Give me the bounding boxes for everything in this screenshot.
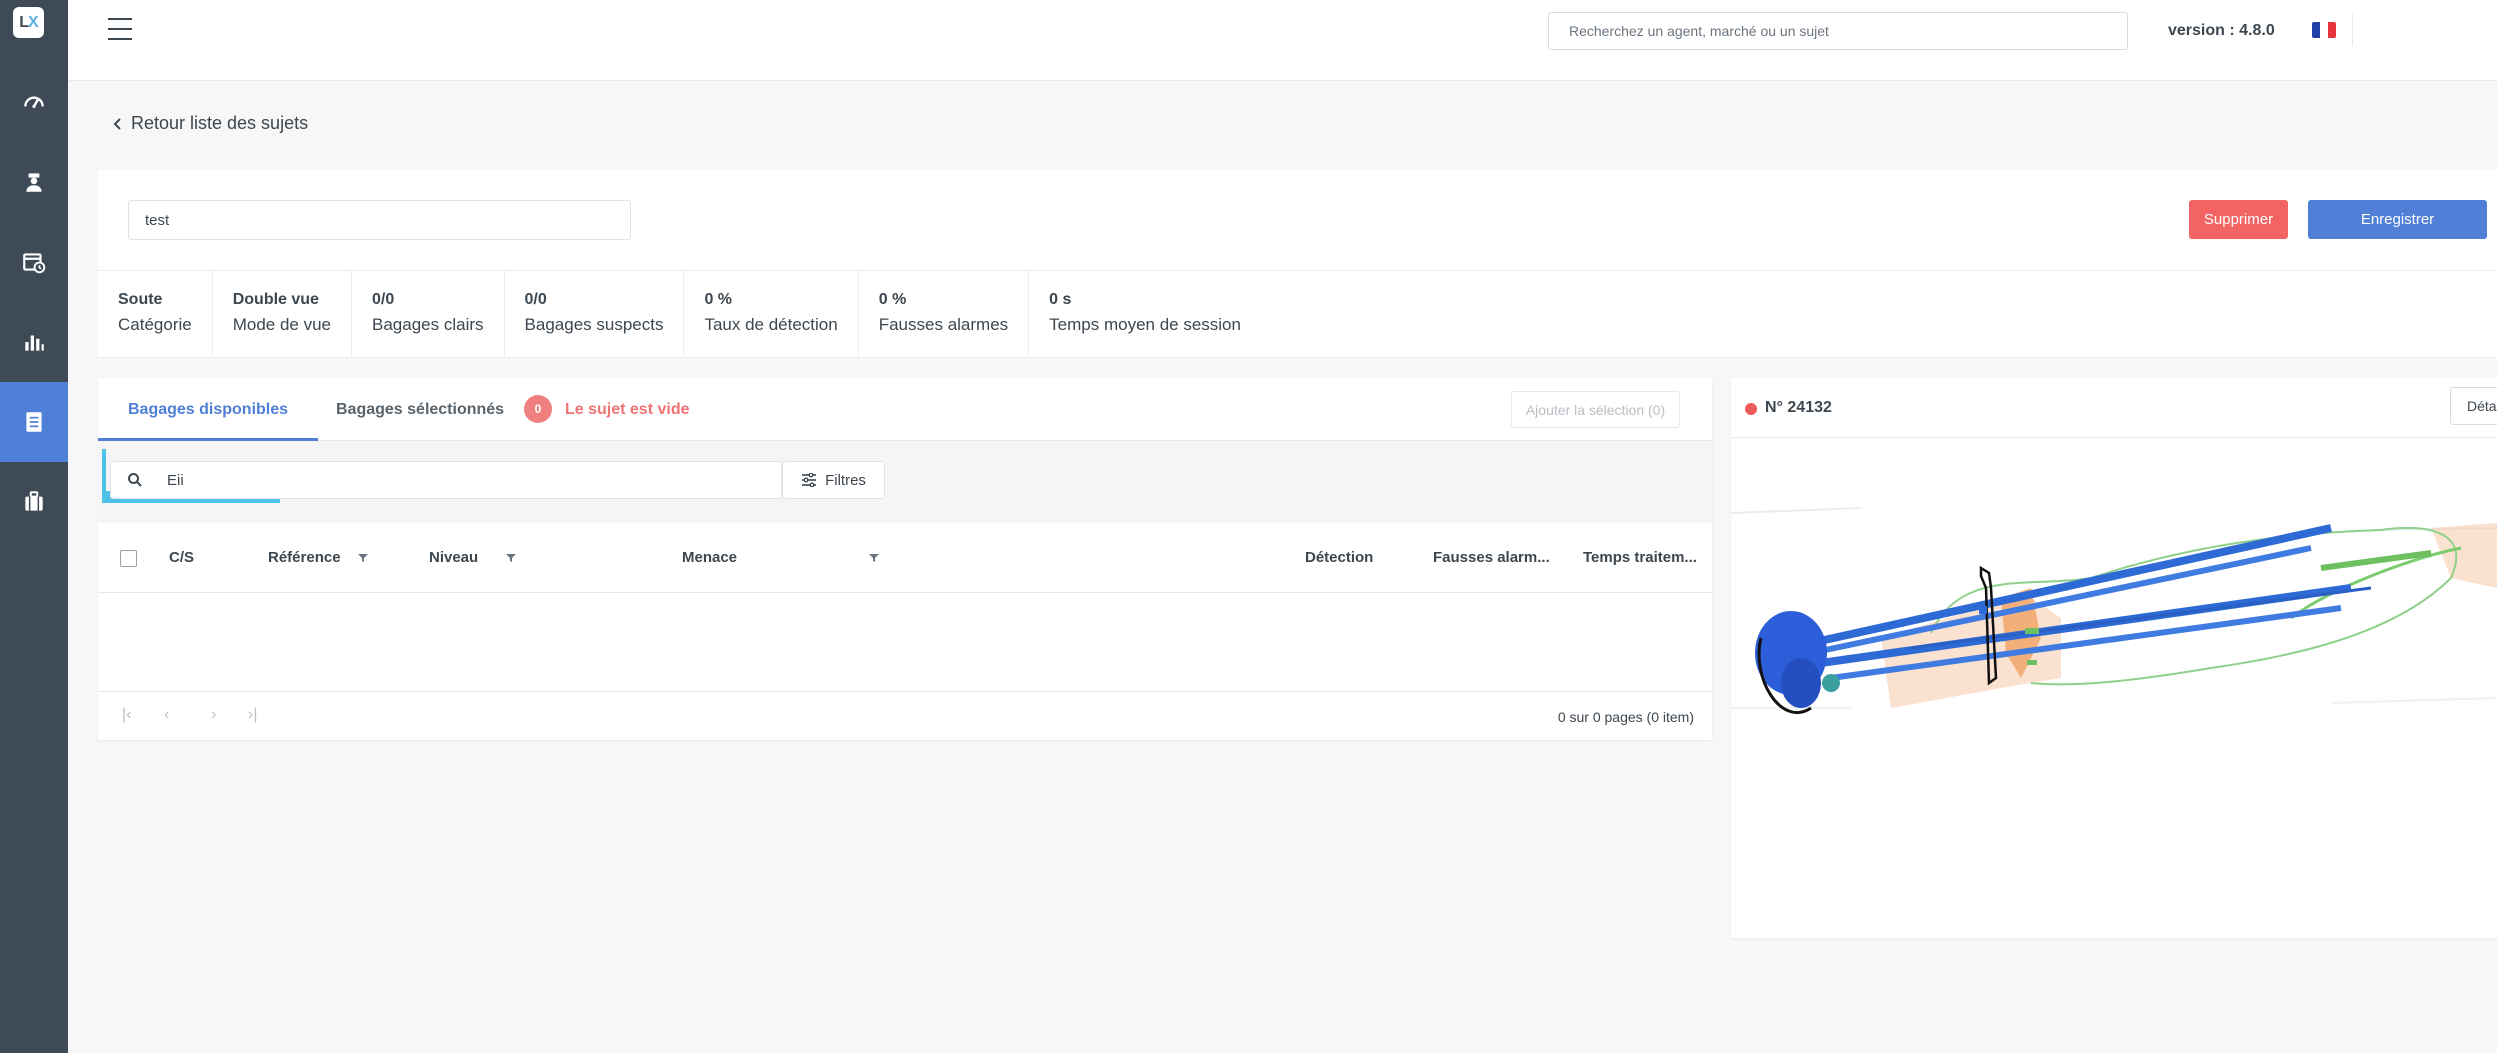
first-page-button[interactable]: |‹ bbox=[122, 706, 131, 724]
subject-name-input[interactable] bbox=[128, 200, 631, 240]
filter-bar: Filtres bbox=[98, 441, 1712, 523]
sidebar-item-statistics[interactable] bbox=[0, 302, 68, 382]
level-filter-icon[interactable] bbox=[505, 553, 517, 563]
stat-label: Fausses alarmes bbox=[878, 315, 1009, 334]
stat-clear-bags: 0/0 Bagages clairs bbox=[352, 271, 505, 357]
speedometer-icon bbox=[24, 96, 44, 108]
stat-detection-rate: 0 % Taux de détection bbox=[684, 271, 859, 357]
stat-suspect-bags: 0/0 Bagages suspects bbox=[505, 271, 685, 357]
column-false-alarms[interactable]: Fausses alarm... bbox=[1433, 523, 1550, 593]
topbar-divider bbox=[2352, 14, 2353, 46]
stat-label: Temps moyen de session bbox=[1049, 315, 1241, 334]
last-page-button[interactable]: ›| bbox=[248, 706, 257, 724]
sidebar-item-agents[interactable] bbox=[0, 142, 68, 222]
column-detection[interactable]: Détection bbox=[1305, 523, 1373, 593]
stat-value: Double vue bbox=[232, 291, 319, 308]
reference-filter-icon[interactable] bbox=[357, 553, 369, 563]
sidebar: LX bbox=[0, 0, 68, 1053]
page-info: 0 sur 0 pages (0 item) bbox=[1557, 709, 1694, 725]
suitcase-icon bbox=[25, 491, 43, 511]
sidebar-item-luggage[interactable] bbox=[0, 462, 68, 542]
search-icon bbox=[128, 473, 142, 487]
bag-search-box bbox=[110, 461, 782, 499]
stat-value: 0/0 bbox=[524, 291, 547, 308]
back-to-subjects-link[interactable]: Retour liste des sujets bbox=[113, 113, 308, 134]
app-logo[interactable]: LX bbox=[13, 7, 44, 38]
stat-value: 0 s bbox=[1049, 291, 1072, 308]
stat-label: Bagages clairs bbox=[372, 315, 484, 334]
status-dot bbox=[1745, 403, 1757, 415]
global-search-input[interactable] bbox=[1548, 12, 2128, 50]
column-cs[interactable]: C/S bbox=[169, 523, 194, 593]
sidebar-item-dashboard[interactable] bbox=[0, 62, 68, 142]
stat-label: Catégorie bbox=[118, 315, 192, 334]
version-label: version : 4.8.0 bbox=[2168, 22, 2275, 39]
stat-label: Bagages suspects bbox=[524, 315, 664, 334]
chevron-left-icon bbox=[113, 117, 121, 130]
document-icon bbox=[26, 412, 42, 432]
bags-tabs: Bagages disponibles Bagages sélectionnés… bbox=[98, 378, 1712, 441]
menu-toggle-icon[interactable] bbox=[108, 18, 132, 40]
selected-count-badge: 0 bbox=[524, 395, 552, 423]
save-button[interactable]: Enregistrer bbox=[2308, 200, 2487, 239]
prev-page-button[interactable]: ‹ bbox=[164, 706, 169, 724]
logo-letter-x: X bbox=[28, 14, 39, 31]
preview-header: N° 24132 Déta bbox=[1731, 378, 2497, 438]
stat-avg-session-time: 0 s Temps moyen de session bbox=[1029, 271, 1261, 357]
sidebar-item-subjects[interactable] bbox=[0, 382, 68, 462]
stat-label: Taux de détection bbox=[704, 315, 838, 334]
logo-letter-l: L bbox=[19, 14, 29, 31]
bag-preview-panel: N° 24132 Déta bbox=[1731, 378, 2497, 938]
column-threat[interactable]: Menace bbox=[682, 523, 737, 593]
sliders-icon bbox=[802, 473, 817, 487]
subject-stats: Soute Catégorie Double vue Mode de vue 0/0… bbox=[98, 270, 2497, 358]
column-reference[interactable]: Référence bbox=[268, 523, 341, 593]
stat-view-mode: Double vue Mode de vue bbox=[213, 271, 353, 357]
xray-bag-image[interactable] bbox=[1731, 438, 2497, 938]
table-pagination: |‹ ‹ › ›| 0 sur 0 pages (0 item) bbox=[98, 691, 1712, 740]
bag-number: N° 24132 bbox=[1765, 399, 1832, 416]
stat-label: Mode de vue bbox=[232, 315, 332, 334]
back-link-label: Retour liste des sujets bbox=[131, 113, 309, 133]
stat-value: 0 % bbox=[878, 291, 907, 308]
column-processing-time[interactable]: Temps traitem... bbox=[1583, 523, 1697, 593]
select-all-checkbox[interactable] bbox=[120, 550, 137, 567]
french-flag-icon[interactable] bbox=[2312, 22, 2336, 38]
stat-category: Soute Catégorie bbox=[98, 271, 213, 357]
calendar-icon bbox=[23, 253, 46, 274]
top-bar: version : 4.8.0 bbox=[68, 0, 2497, 81]
delete-button[interactable]: Supprimer bbox=[2189, 200, 2288, 239]
next-page-button[interactable]: › bbox=[211, 706, 216, 724]
filters-button[interactable]: Filtres bbox=[782, 461, 885, 499]
stat-value: 0 % bbox=[704, 291, 733, 308]
filters-button-label: Filtres bbox=[825, 471, 866, 489]
detail-button[interactable]: Déta bbox=[2450, 387, 2497, 425]
bar-chart-icon bbox=[25, 335, 44, 351]
agent-icon bbox=[26, 173, 42, 192]
stat-false-alarms: 0 % Fausses alarmes bbox=[859, 271, 1030, 357]
stat-value: 0/0 bbox=[372, 291, 395, 308]
bag-search-input[interactable] bbox=[167, 462, 727, 498]
tab-selected-bags[interactable]: Bagages sélectionnés bbox=[306, 378, 534, 441]
empty-subject-warning: Le sujet est vide bbox=[565, 401, 690, 418]
threat-filter-icon[interactable] bbox=[868, 553, 880, 563]
column-level[interactable]: Niveau bbox=[429, 523, 478, 593]
sidebar-item-calendar[interactable] bbox=[0, 222, 68, 302]
tab-available-bags[interactable]: Bagages disponibles bbox=[98, 378, 319, 441]
bags-panel: Bagages disponibles Bagages sélectionnés… bbox=[98, 378, 1712, 740]
subject-header: Supprimer Enregistrer bbox=[98, 170, 2497, 270]
add-selection-button[interactable]: Ajouter la sélection (0) bbox=[1511, 391, 1680, 428]
stat-value: Soute bbox=[118, 291, 163, 308]
table-header: C/S Référence Niveau Menace Détection Fa… bbox=[98, 523, 1712, 593]
